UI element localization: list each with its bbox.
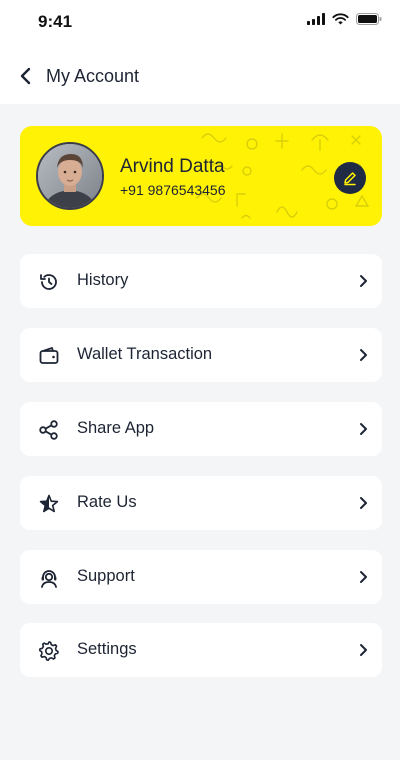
support-icon [38, 567, 60, 589]
chevron-right-icon [356, 642, 370, 658]
gear-icon [38, 640, 60, 662]
avatar[interactable] [36, 142, 104, 210]
signal-icon [307, 13, 325, 25]
menu-item-wallet-transaction[interactable]: Wallet Transaction [20, 328, 382, 382]
status-time: 9:41 [38, 12, 73, 31]
menu-label: Settings [77, 640, 137, 658]
chevron-right-icon [356, 495, 370, 511]
battery-icon [356, 13, 382, 25]
status-bar: 9:41 [0, 0, 400, 44]
menu-label: Wallet Transaction [77, 345, 213, 363]
menu-label: Support [77, 567, 135, 585]
menu-item-rate-us[interactable]: Rate Us [20, 476, 382, 530]
share-icon [38, 419, 60, 441]
chevron-right-icon [356, 421, 370, 437]
chevron-right-icon [356, 347, 370, 363]
menu-label: History [77, 271, 129, 289]
menu-label: Rate Us [77, 493, 137, 511]
page-title: My Account [46, 66, 140, 86]
back-button[interactable] [14, 64, 38, 88]
wifi-icon [332, 13, 349, 25]
profile-card[interactable]: Arvind Datta +91 9876543456 [20, 126, 382, 226]
star-icon [38, 493, 60, 515]
app-header: My Account [0, 44, 400, 104]
chevron-right-icon [356, 569, 370, 585]
profile-phone: +91 9876543456 [120, 182, 226, 198]
edit-profile-button[interactable] [334, 162, 366, 194]
pencil-icon [344, 172, 356, 186]
status-icons [307, 13, 382, 25]
menu-item-support[interactable]: Support [20, 550, 382, 604]
profile-name: Arvind Datta [120, 156, 225, 177]
chevron-right-icon [356, 273, 370, 289]
menu-item-share-app[interactable]: Share App [20, 402, 382, 456]
wallet-icon [38, 345, 60, 367]
menu-label: Share App [77, 419, 155, 437]
avatar-image [38, 144, 102, 208]
chevron-left-icon [20, 67, 31, 85]
history-icon [38, 271, 60, 293]
menu-item-settings[interactable]: Settings [20, 623, 382, 677]
menu-item-history[interactable]: History [20, 254, 382, 308]
